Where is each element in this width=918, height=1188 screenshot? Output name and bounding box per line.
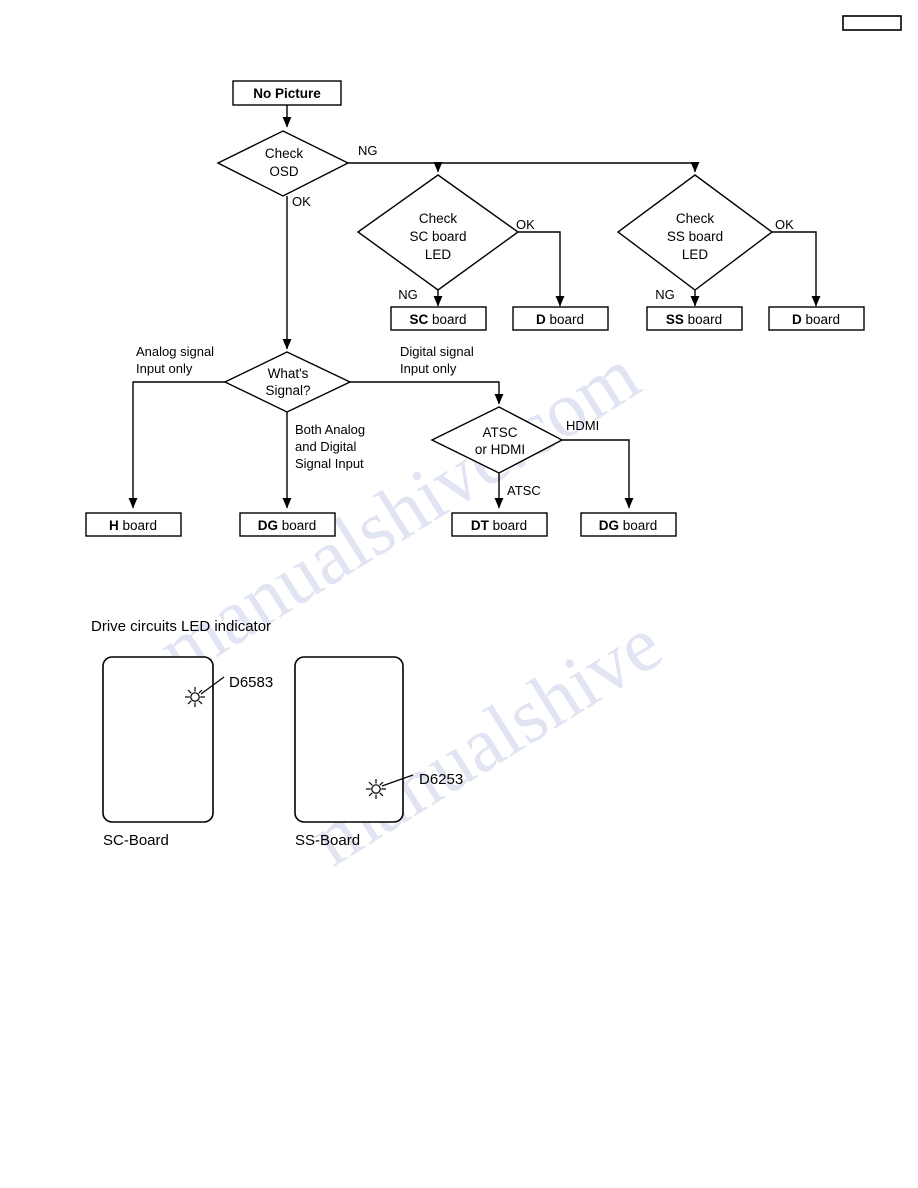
result-sc-board-rest: board [428,312,466,327]
edge-label-ss-ng: NG [655,287,675,302]
edge-label-sc-ng: NG [398,287,418,302]
result-d-board-1-bold: D [536,312,546,327]
edge-label-osd-ok: OK [292,194,311,209]
svg-text:D board: D board [792,312,840,327]
edge-label-hdmi: HDMI [566,418,599,433]
edge-label-digital-only-line2: Input only [400,361,457,376]
result-dt-board[interactable]: DT board [451,512,548,537]
node-atsc-label-line2: or HDMI [475,442,525,457]
result-d-board-2[interactable]: D board [768,306,865,331]
result-dt-board-rest: board [489,518,527,533]
node-whats-signal[interactable]: What's Signal? [223,351,352,413]
result-h-board-bold: H [109,518,119,533]
node-check-ss-label-line2: SS board [667,229,723,244]
node-check-sc-board-led[interactable]: Check SC board LED [356,174,520,291]
result-dg-board-1-bold: DG [258,518,278,533]
result-dg-board-2[interactable]: DG board [580,512,677,537]
node-check-ss-label-line1: Check [676,211,715,226]
svg-text:DG board: DG board [258,518,317,533]
edge-label-analog-only-line1: Analog signal [136,344,214,359]
result-ss-board-bold: SS [666,312,684,327]
node-whats-signal-label-line2: Signal? [265,383,310,398]
result-sc-board[interactable]: SC board [390,306,487,331]
result-dg-board-2-rest: board [619,518,657,533]
result-h-board[interactable]: H board [85,512,182,537]
edge-label-both-line3: Signal Input [295,456,364,471]
node-check-osd-label-line1: Check [265,146,304,161]
svg-text:DT board: DT board [471,518,527,533]
led-label-d6583: D6583 [229,674,273,691]
edge-label-analog-only-line2: Input only [136,361,193,376]
board-caption-ss: SS-Board [295,832,360,849]
edge-label-both-line1: Both Analog [295,422,365,437]
result-h-board-rest: board [119,518,157,533]
board-caption-sc: SC-Board [103,832,169,849]
result-ss-board[interactable]: SS board [646,306,743,331]
node-atsc-label-line1: ATSC [482,425,517,440]
led-icon-d6253 [366,779,386,799]
result-sc-board-bold: SC [409,312,428,327]
svg-text:H board: H board [109,518,157,533]
edge-label-osd-ng: NG [358,143,378,158]
svg-text:DG board: DG board [599,518,658,533]
ss-board-outline [294,656,404,823]
node-whats-signal-label-line1: What's [268,366,309,381]
svg-text:D board: D board [536,312,584,327]
watermark: manualshive.com manualshive [143,330,676,882]
result-dg-board-2-bold: DG [599,518,619,533]
edge-label-ss-ok: OK [775,217,794,232]
svg-text:SS board: SS board [666,312,722,327]
led-label-d6253: D6253 [419,771,463,788]
node-check-sc-label-line1: Check [419,211,458,226]
led-icon-d6583 [185,687,205,707]
result-ss-board-rest: board [684,312,722,327]
result-d-board-1-rest: board [546,312,584,327]
result-dg-board-1[interactable]: DG board [239,512,336,537]
edge-label-digital-only-line1: Digital signal [400,344,474,359]
node-no-picture[interactable]: No Picture [232,80,342,106]
document-page: manualshive.com manualshive No Picture C… [0,0,918,1188]
result-d-board-1[interactable]: D board [512,306,609,331]
sc-board-outline [102,656,214,823]
svg-text:SC board: SC board [409,312,466,327]
node-check-osd-label-line2: OSD [269,164,299,179]
node-no-picture-label: No Picture [253,86,321,101]
node-check-osd[interactable]: Check OSD [216,130,350,197]
edge-label-sc-ok: OK [516,217,535,232]
result-dt-board-bold: DT [471,518,490,533]
led-section-title: Drive circuits LED indicator [91,618,271,635]
result-d-board-2-rest: board [802,312,840,327]
node-check-sc-label-line2: SC board [409,229,466,244]
node-check-ss-label-line3: LED [682,247,709,262]
result-dg-board-1-rest: board [278,518,316,533]
board-diagram-sc: D6583 SC-Board [102,656,273,849]
node-check-ss-board-led[interactable]: Check SS board LED [616,174,774,291]
result-d-board-2-bold: D [792,312,802,327]
edge-label-both-line2: and Digital [295,439,357,454]
node-check-sc-label-line3: LED [425,247,452,262]
page-corner-box [842,15,902,31]
edge-label-atsc: ATSC [507,483,541,498]
